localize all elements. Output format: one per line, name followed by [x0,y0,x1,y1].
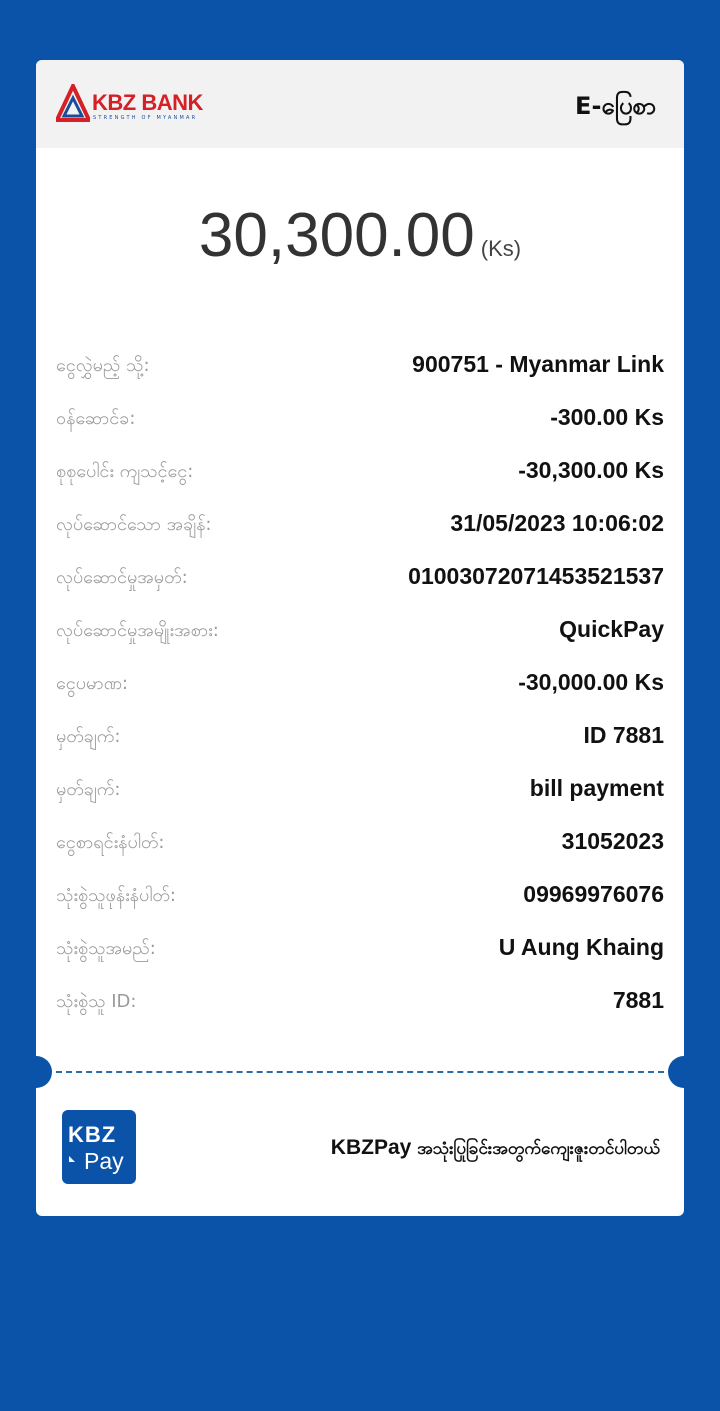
detail-value: -300.00 Ks [550,404,664,430]
detail-value: 09969976076 [523,881,664,907]
kbzpay-logo-bottom: Pay [84,1148,124,1174]
detail-label: သုံးစွဲသူအမည်: [56,938,156,959]
detail-label: လုပ်ဆောင်မှုအမျိုးအစား: [56,620,219,641]
detail-label: ငွေပမာဏ: [56,673,128,694]
kbzpay-corner-icon [69,1156,75,1162]
detail-label: မှတ်ချက်: [56,726,121,747]
amount-display: 30,300.00 (Ks) [36,200,684,271]
ticket-notch-right [668,1056,700,1088]
detail-value: ID 7881 [583,722,664,748]
kbz-bank-logo: KBZ BANK STRENGTH OF MYANMAR [56,84,226,124]
detail-label: မှတ်ချက်: [56,779,121,800]
detail-value: bill payment [529,775,664,801]
detail-row: ငွေပမာဏ: -30,000.00 Ks [56,663,664,703]
detail-label: လုပ်ဆောင်မှုအမှတ်: [56,567,188,588]
detail-row: လုပ်ဆောင်မှုအမျိုးအစား: QuickPay [56,610,664,650]
detail-row: သုံးစွဲသူ ID: 7881 [56,981,664,1021]
detail-row: စုစုပေါင်း ကျသင့်ငွေ: -30,300.00 Ks [56,451,664,491]
detail-row: မှတ်ချက်: bill payment [56,769,664,809]
detail-value: 31052023 [561,828,664,854]
footer-brand: KBZPay [330,1136,412,1159]
footer-thanks: အသုံးပြုခြင်းအတွက်ကျေးဇူးတင်ပါတယ် [417,1139,660,1159]
kbz-triangle-icon [56,84,90,122]
receipt-title: E-ပြေစာ [575,92,656,120]
detail-row: လုပ်ဆောင်သော အချိန်: 31/05/2023 10:06:02 [56,504,664,544]
detail-value: 31/05/2023 10:06:02 [450,510,664,536]
detail-value: -30,300.00 Ks [518,457,664,483]
detail-label: လုပ်ဆောင်သော အချိန်: [56,514,212,535]
detail-row: မှတ်ချက်: ID 7881 [56,716,664,756]
amount-currency: (Ks) [480,236,522,261]
footer-message: KBZPay အသုံးပြုခြင်းအတွက်ကျေးဇူးတင်ပါတယ် [331,1136,660,1163]
kbzpay-logo: KBZ Pay [62,1110,136,1184]
receipt-card: KBZ BANK STRENGTH OF MYANMAR E-ပြေစာ 30,… [20,60,700,1216]
receipt-header: KBZ BANK STRENGTH OF MYANMAR E-ပြေစာ [36,60,684,148]
detail-value: -30,000.00 Ks [518,669,664,695]
detail-label: ငွေလွှဲမည့် သို့: [56,355,150,376]
kbzpay-logo-top: KBZ [68,1122,117,1147]
detail-row: သုံးစွဲသူဖုန်းနံပါတ်: 09969976076 [56,875,664,915]
detail-label: ဝန်ဆောင်ခ: [56,408,136,429]
detail-row: ဝန်ဆောင်ခ: -300.00 Ks [56,398,664,438]
detail-row: လုပ်ဆောင်မှုအမှတ်: 01003072071453521537 [56,557,664,597]
detail-row: သုံးစွဲသူအမည်: U Aung Khaing [56,928,664,968]
detail-label: စုစုပေါင်း ကျသင့်ငွေ: [56,461,194,482]
logo-tagline: STRENGTH OF MYANMAR [93,115,198,121]
detail-value: 900751 - Myanmar Link [412,351,664,377]
detail-label: ငွေစာရင်းနံပါတ်: [56,832,165,853]
ticket-notch-left [20,1056,52,1088]
detail-value: U Aung Khaing [498,934,664,960]
amount-value: 30,300.00 [198,201,475,270]
dashed-divider [56,1071,664,1073]
detail-value: 01003072071453521537 [408,563,664,589]
detail-row: ငွေစာရင်းနံပါတ်: 31052023 [56,822,664,862]
detail-label: သုံးစွဲသူဖုန်းနံပါတ်: [56,885,176,906]
detail-row: ငွေလွှဲမည့် သို့: 900751 - Myanmar Link [56,345,664,385]
logo-text: KBZ BANK [92,90,203,115]
detail-value: QuickPay [559,616,664,642]
detail-value: 7881 [612,987,664,1013]
detail-label: သုံးစွဲသူ ID: [56,991,137,1012]
